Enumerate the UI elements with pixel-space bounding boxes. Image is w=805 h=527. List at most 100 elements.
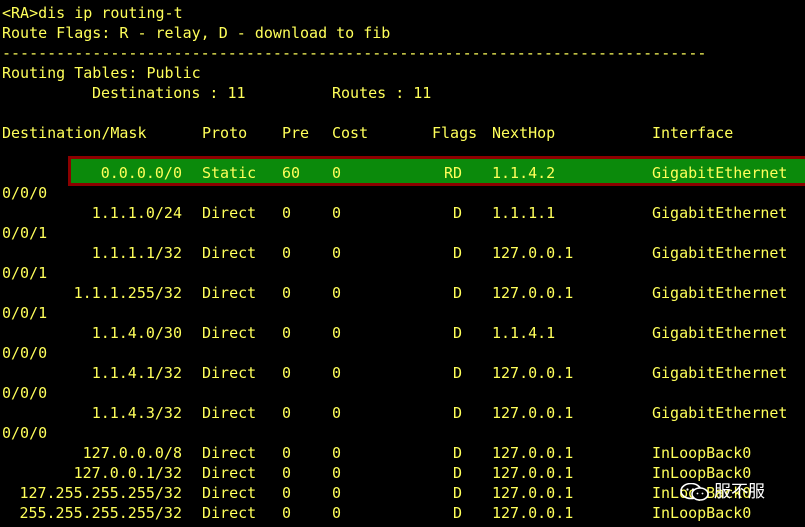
route-destination: 1.1.4.0/30 bbox=[91, 324, 182, 342]
route-cost: 0 bbox=[332, 364, 342, 382]
route-interface-continuation: 0/0/1 bbox=[2, 304, 48, 322]
route-cost: 0 bbox=[332, 484, 342, 502]
route-flags: D bbox=[452, 404, 462, 422]
route-nexthop: 127.0.0.1 bbox=[492, 444, 574, 462]
header-nexthop: NextHop bbox=[492, 124, 556, 142]
route-cost: 0 bbox=[332, 504, 342, 522]
route-interface-continuation: 0/0/0 bbox=[2, 184, 48, 202]
route-flags: D bbox=[452, 444, 462, 462]
routing-tables-label: Routing Tables: Public bbox=[2, 64, 201, 82]
route-flags: D bbox=[452, 504, 462, 522]
route-destination: 1.1.4.3/32 bbox=[91, 404, 182, 422]
destinations-summary: Destinations : 11 bbox=[92, 84, 246, 102]
route-flags-legend: Route Flags: R - relay, D - download to … bbox=[2, 24, 391, 42]
route-cost: 0 bbox=[332, 284, 342, 302]
route-flags: D bbox=[452, 464, 462, 482]
route-interface: GigabitEthernet bbox=[652, 324, 788, 342]
route-pre: 60 bbox=[282, 164, 301, 182]
header-proto: Proto bbox=[202, 124, 248, 142]
route-nexthop: 127.0.0.1 bbox=[492, 284, 574, 302]
route-interface-continuation: 0/0/1 bbox=[2, 224, 48, 242]
header-cost: Cost bbox=[332, 124, 369, 142]
route-destination: 127.255.255.255/32 bbox=[19, 484, 182, 502]
route-interface: InLoopBack0 bbox=[652, 504, 752, 522]
route-proto: Direct bbox=[202, 364, 257, 382]
route-proto: Direct bbox=[202, 244, 257, 262]
terminal-screen: { "command_line": "<RA>dis ip routing-t"… bbox=[0, 0, 805, 527]
separator-line: ----------------------------------------… bbox=[2, 44, 707, 62]
route-flags: D bbox=[452, 284, 462, 302]
route-interface: InLoopBack0 bbox=[652, 444, 752, 462]
route-flags: D bbox=[452, 204, 462, 222]
route-proto: Direct bbox=[202, 484, 257, 502]
route-cost: 0 bbox=[332, 324, 342, 342]
route-flags: D bbox=[452, 484, 462, 502]
route-pre: 0 bbox=[282, 324, 292, 342]
route-proto: Direct bbox=[202, 404, 257, 422]
route-flags: RD bbox=[443, 164, 462, 182]
watermark-text: 服不服 bbox=[714, 482, 765, 502]
route-pre: 0 bbox=[282, 504, 292, 522]
route-cost: 0 bbox=[332, 164, 342, 182]
route-nexthop: 127.0.0.1 bbox=[492, 504, 574, 522]
table-row: 127.0.0.0/8 Direct 0 0 D 127.0.0.1 InLoopBack0 bbox=[0, 443, 805, 463]
route-interface: GigabitEthernet bbox=[652, 164, 788, 182]
route-nexthop: 1.1.1.1 bbox=[492, 204, 556, 222]
route-destination: 1.1.1.255/32 bbox=[73, 284, 182, 302]
route-nexthop: 127.0.0.1 bbox=[492, 484, 574, 502]
route-proto: Static bbox=[202, 164, 257, 182]
route-nexthop: 127.0.0.1 bbox=[492, 464, 574, 482]
route-interface-continuation: 0/0/0 bbox=[2, 384, 48, 402]
route-interface-continuation: 0/0/0 bbox=[2, 344, 48, 362]
route-destination: 127.0.0.1/32 bbox=[73, 464, 182, 482]
route-nexthop: 127.0.0.1 bbox=[492, 364, 574, 382]
route-proto: Direct bbox=[202, 504, 257, 522]
route-cost: 0 bbox=[332, 444, 342, 462]
route-interface: GigabitEthernet bbox=[652, 284, 788, 302]
routes-summary: Routes : 11 bbox=[332, 84, 432, 102]
header-flags: Flags bbox=[432, 124, 478, 142]
route-interface: GigabitEthernet bbox=[652, 364, 788, 382]
route-interface: GigabitEthernet bbox=[652, 404, 788, 422]
route-proto: Direct bbox=[202, 444, 257, 462]
route-cost: 0 bbox=[332, 404, 342, 422]
route-flags: D bbox=[452, 324, 462, 342]
route-pre: 0 bbox=[282, 484, 292, 502]
header-interface: Interface bbox=[652, 124, 734, 142]
route-pre: 0 bbox=[282, 404, 292, 422]
route-pre: 0 bbox=[282, 244, 292, 262]
route-interface: GigabitEthernet bbox=[652, 244, 788, 262]
route-proto: Direct bbox=[202, 284, 257, 302]
route-pre: 0 bbox=[282, 364, 292, 382]
table-row: 1.1.4.0/30 Direct 0 0 D 1.1.4.1 GigabitEtherne… bbox=[0, 323, 805, 343]
table-row: 1.1.4.3/32 Direct 0 0 D 127.0.0.1 GigabitEther… bbox=[0, 403, 805, 423]
route-nexthop: 1.1.4.2 bbox=[492, 164, 556, 182]
route-destination: 1.1.4.1/32 bbox=[91, 364, 182, 382]
summary-line: Destinations : 11 Routes : 11 bbox=[0, 83, 805, 103]
route-interface: GigabitEthernet bbox=[652, 204, 788, 222]
table-row: 0.0.0.0/0 Static 60 0 RD 1.1.4.2 GigabitEthern… bbox=[0, 163, 805, 183]
table-row: 1.1.4.1/32 Direct 0 0 D 127.0.0.1 GigabitEther… bbox=[0, 363, 805, 383]
route-nexthop: 1.1.4.1 bbox=[492, 324, 556, 342]
route-destination: 1.1.1.1/32 bbox=[91, 244, 182, 262]
route-proto: Direct bbox=[202, 204, 257, 222]
route-interface-continuation: 0/0/0 bbox=[2, 424, 48, 442]
route-destination: 127.0.0.0/8 bbox=[82, 444, 182, 462]
route-destination: 0.0.0.0/0 bbox=[100, 164, 182, 182]
header-pre: Pre bbox=[282, 124, 310, 142]
route-nexthop: 127.0.0.1 bbox=[492, 404, 574, 422]
table-row: 1.1.1.1/32 Direct 0 0 D 127.0.0.1 GigabitEther… bbox=[0, 243, 805, 263]
table-row: 1.1.1.255/32 Direct 0 0 D 127.0.0.1 GigabitEth… bbox=[0, 283, 805, 303]
route-flags: D bbox=[452, 244, 462, 262]
wechat-icon bbox=[680, 483, 709, 501]
table-row: 1.1.1.0/24 Direct 0 0 D 1.1.1.1 GigabitEtherne… bbox=[0, 203, 805, 223]
route-pre: 0 bbox=[282, 464, 292, 482]
route-pre: 0 bbox=[282, 284, 292, 302]
route-cost: 0 bbox=[332, 204, 342, 222]
command-line: <RA>dis ip routing-t bbox=[2, 4, 183, 22]
watermark: 服不服 bbox=[680, 480, 765, 504]
route-cost: 0 bbox=[332, 244, 342, 262]
route-interface-continuation: 0/0/1 bbox=[2, 264, 48, 282]
table-header: Destination/Mask Proto Pre Cost Flags Ne… bbox=[0, 123, 805, 143]
route-destination: 255.255.255.255/32 bbox=[19, 504, 182, 522]
